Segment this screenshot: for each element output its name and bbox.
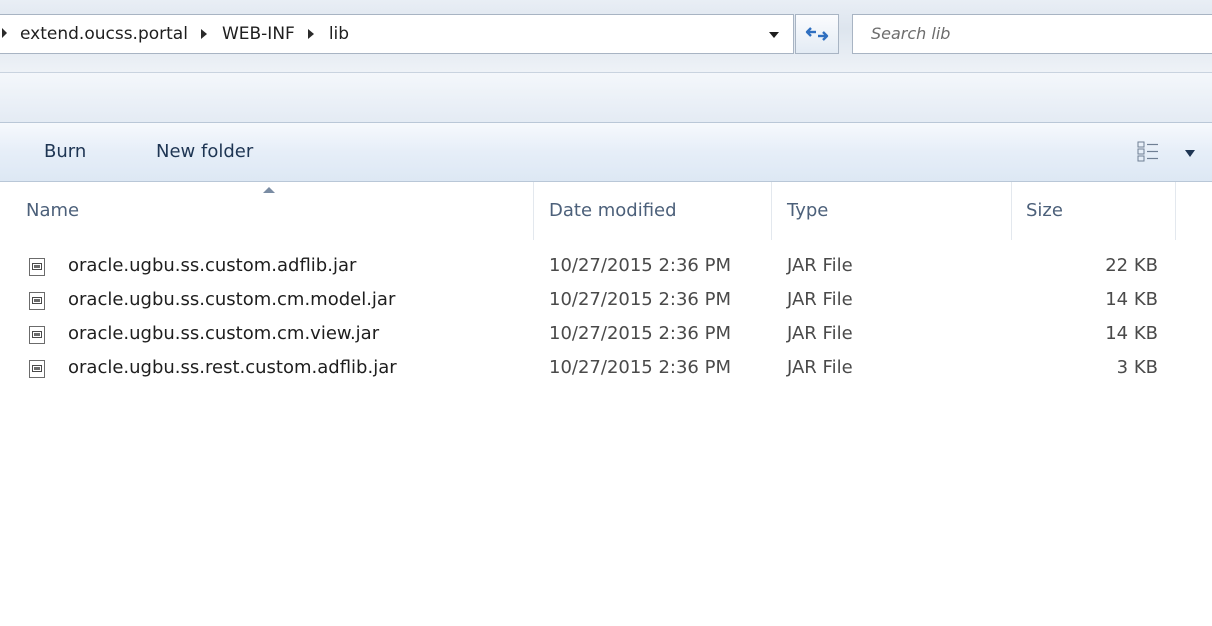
file-name: oracle.ugbu.ss.custom.cm.model.jar	[68, 289, 396, 310]
chevron-down-icon	[769, 32, 779, 38]
file-date-modified: 10/27/2015 2:36 PM	[549, 255, 731, 276]
breadcrumb-item-web-inf[interactable]: WEB-INF	[220, 24, 297, 44]
jar-file-icon	[29, 292, 45, 310]
file-date-modified: 10/27/2015 2:36 PM	[549, 323, 731, 344]
burn-button[interactable]: Burn	[44, 137, 86, 166]
refresh-button[interactable]	[795, 14, 839, 54]
sort-ascending-icon	[263, 187, 275, 193]
jar-file-icon	[29, 326, 45, 344]
file-type: JAR File	[787, 289, 853, 310]
breadcrumb-overflow-icon[interactable]	[2, 28, 7, 38]
file-size: 14 KB	[1105, 323, 1158, 344]
refresh-icon	[805, 27, 829, 41]
command-toolbar: Burn New folder	[0, 122, 1212, 182]
breadcrumb: extend.oucss.portal WEB-INF lib	[18, 15, 351, 53]
explorer-window: extend.oucss.portal WEB-INF lib Search l…	[0, 0, 1212, 626]
file-row[interactable]: oracle.ugbu.ss.custom.cm.view.jar 10/27/…	[0, 318, 1176, 352]
file-type: JAR File	[787, 357, 853, 378]
jar-file-icon	[29, 360, 45, 378]
breadcrumb-separator-icon[interactable]	[307, 29, 314, 39]
column-header-name[interactable]: Name	[0, 182, 534, 240]
column-header-label: Type	[787, 200, 829, 221]
address-bar[interactable]: extend.oucss.portal WEB-INF lib	[0, 14, 794, 54]
file-type: JAR File	[787, 255, 853, 276]
views-dropdown-button[interactable]	[1178, 141, 1202, 165]
chevron-down-icon	[1185, 149, 1195, 157]
file-name: oracle.ugbu.ss.custom.adflib.jar	[68, 255, 357, 276]
jar-file-icon	[29, 258, 45, 276]
file-name: oracle.ugbu.ss.custom.cm.view.jar	[68, 323, 380, 344]
search-input[interactable]: Search lib	[852, 14, 1212, 54]
address-history-dropdown[interactable]	[756, 15, 792, 53]
menu-bar	[0, 72, 1212, 122]
column-header-label: Date modified	[549, 200, 677, 221]
address-bar-strip: extend.oucss.portal WEB-INF lib Search l…	[0, 0, 1212, 72]
new-folder-button[interactable]: New folder	[156, 137, 253, 166]
file-date-modified: 10/27/2015 2:36 PM	[549, 289, 731, 310]
breadcrumb-item-extend-oucss-portal[interactable]: extend.oucss.portal	[18, 24, 190, 44]
column-header-row: Name Date modified Type Size	[0, 182, 1212, 240]
views-icon	[1137, 141, 1158, 162]
column-header-size[interactable]: Size	[1012, 182, 1176, 240]
file-size: 22 KB	[1105, 255, 1158, 276]
file-row[interactable]: oracle.ugbu.ss.custom.adflib.jar 10/27/2…	[0, 250, 1176, 284]
column-header-type[interactable]: Type	[772, 182, 1012, 240]
file-name: oracle.ugbu.ss.rest.custom.adflib.jar	[68, 357, 397, 378]
breadcrumb-separator-icon[interactable]	[200, 29, 207, 39]
column-header-date-modified[interactable]: Date modified	[534, 182, 772, 240]
column-header-label: Size	[1026, 200, 1063, 221]
search-placeholder: Search lib	[871, 24, 951, 43]
column-header-label: Name	[26, 200, 80, 221]
views-button[interactable]	[1136, 139, 1166, 165]
file-size: 3 KB	[1116, 357, 1158, 378]
breadcrumb-item-lib[interactable]: lib	[327, 24, 351, 44]
file-size: 14 KB	[1105, 289, 1158, 310]
file-row[interactable]: oracle.ugbu.ss.rest.custom.adflib.jar 10…	[0, 352, 1176, 386]
file-date-modified: 10/27/2015 2:36 PM	[549, 357, 731, 378]
file-row[interactable]: oracle.ugbu.ss.custom.cm.model.jar 10/27…	[0, 284, 1176, 318]
file-type: JAR File	[787, 323, 853, 344]
